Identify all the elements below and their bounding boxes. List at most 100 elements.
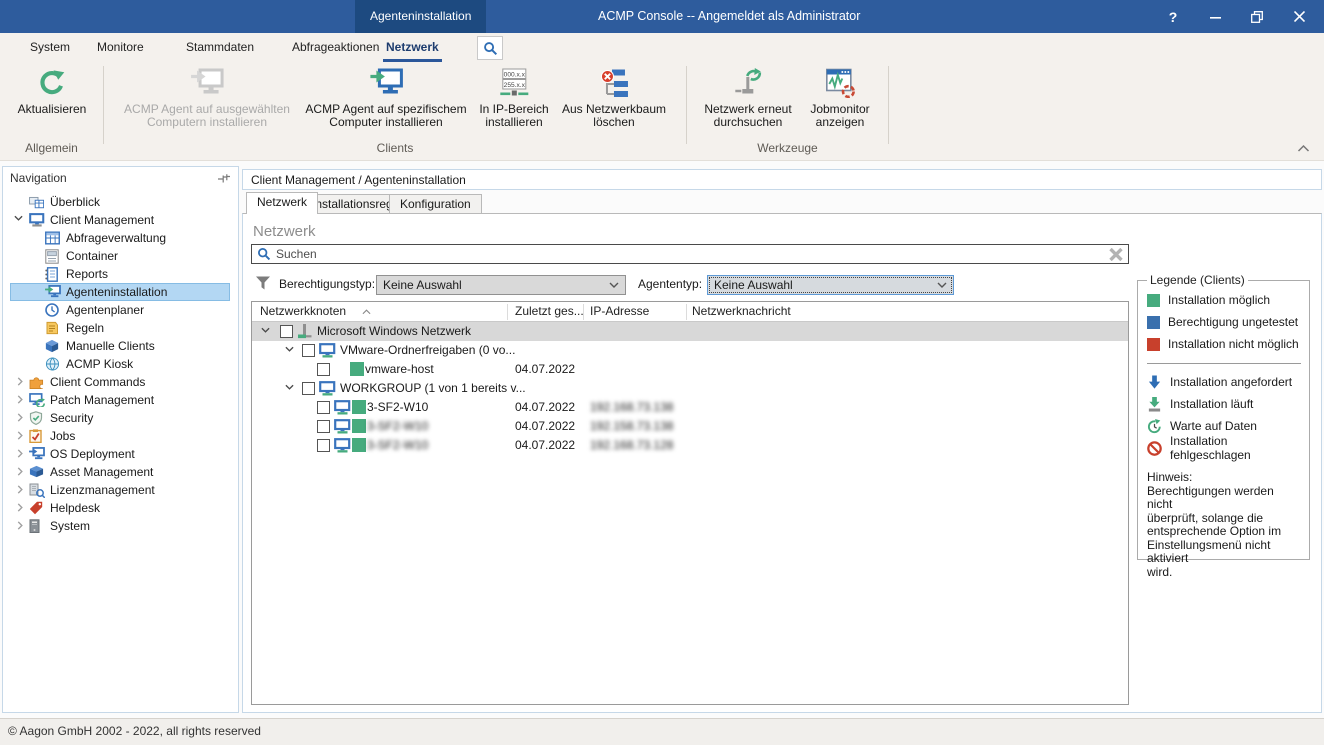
sidebar-item-label: Container: [66, 247, 118, 265]
menu-search-button[interactable]: [477, 36, 503, 60]
table-row[interactable]: 3-SF2-W1004.07.2022192.168.73.128: [252, 436, 1128, 455]
row-checkbox[interactable]: [317, 401, 330, 414]
minimize-button[interactable]: [1194, 0, 1236, 33]
sidebar-item-label: OS Deployment: [50, 445, 135, 463]
ribbon-button-netzwerk-erneut[interactable]: Netzwerk erneut durchsuchen: [704, 67, 791, 129]
ribbon-button-in-ip-bereich[interactable]: 000.x.x255.x.xIn IP-Bereich installieren: [479, 67, 548, 129]
ribbon-separator: [686, 66, 687, 144]
table-row[interactable]: Microsoft Windows Netzwerk: [252, 322, 1128, 341]
help-button[interactable]: ?: [1152, 0, 1194, 33]
chevron-right-icon: [16, 394, 25, 405]
ribbon-button-aus-netzwerkbaum[interactable]: Aus Netzwerkbaum löschen: [562, 67, 666, 129]
sidebar-item-label: Überblick: [50, 193, 100, 211]
sidebar-item-security[interactable]: Security: [3, 409, 238, 427]
tab-konfiguration[interactable]: Konfiguration: [389, 194, 482, 214]
ribbon-button-label: Netzwerk erneut durchsuchen: [704, 103, 791, 129]
tab-netzwerk[interactable]: Netzwerk: [246, 192, 318, 214]
ribbon-button-acmp-agent-auf-spezifischem[interactable]: ACMP Agent auf spezifischem Computer ins…: [305, 67, 466, 129]
ribbon-button-jobmonitor[interactable]: Jobmonitor anzeigen: [810, 67, 869, 129]
table-row[interactable]: VMware-Ordnerfreigaben (0 vo...: [252, 341, 1128, 360]
column-separator: [583, 304, 584, 320]
sidebar-item-patch-management[interactable]: Patch Management: [3, 391, 238, 409]
sidebar-item-jobs[interactable]: Jobs: [3, 427, 238, 445]
restore-button[interactable]: [1236, 0, 1278, 33]
legend-item-installation-fehlgeschlagen: Installation fehlgeschlagen: [1147, 437, 1301, 459]
sidebar-item-container[interactable]: Container: [3, 247, 238, 265]
row-checkbox[interactable]: [317, 439, 330, 452]
chevron-right-icon: [16, 448, 25, 459]
os-deployment-icon: [29, 447, 45, 461]
legend-items: Installation möglichBerechtigung ungetes…: [1147, 289, 1301, 459]
clear-search-icon[interactable]: [1109, 248, 1123, 261]
sidebar-item-asset-management[interactable]: Asset Management: [3, 463, 238, 481]
table-row[interactable]: 3-SF2-W1004.07.2022192.168.73.138: [252, 398, 1128, 417]
sidebar-item-überblick[interactable]: Überblick: [3, 193, 238, 211]
sidebar-item-lizenzmanagement[interactable]: Lizenzmanagement: [3, 481, 238, 499]
sidebar-item-regeln[interactable]: Regeln: [3, 319, 238, 337]
breadcrumb: Client Management / Agenteninstallation: [242, 169, 1322, 190]
chevron-right-icon: [16, 520, 25, 531]
rules-icon: [45, 321, 59, 335]
computer-icon: [334, 438, 351, 453]
berechtigungstyp-select[interactable]: Keine Auswahl: [376, 275, 626, 295]
sidebar-item-agenteninstallation[interactable]: Agenteninstallation: [3, 283, 238, 301]
menu-item-netzwerk[interactable]: Netzwerk: [386, 33, 439, 62]
row-checkbox[interactable]: [302, 344, 315, 357]
sidebar-item-client-management[interactable]: Client Management: [3, 211, 238, 229]
menu-item-stammdaten[interactable]: Stammdaten: [186, 33, 254, 62]
ribbon-collapse-button[interactable]: [1297, 144, 1310, 153]
column-header-netzwerknachricht[interactable]: Netzwerknachricht: [692, 302, 791, 321]
legend-item-installation-möglich: Installation möglich: [1147, 289, 1301, 311]
sidebar-item-label: Asset Management: [50, 463, 153, 481]
menubar: System Monitore Stammdaten AbfrageaktionenN…: [0, 33, 1324, 62]
sidebar-item-os-deployment[interactable]: OS Deployment: [3, 445, 238, 463]
sidebar-item-acmp-kiosk[interactable]: ACMP Kiosk: [3, 355, 238, 373]
legend-item-installation-läuft: Installation läuft: [1147, 393, 1301, 415]
pin-icon[interactable]: [217, 172, 231, 185]
sidebar-item-helpdesk[interactable]: Helpdesk: [3, 499, 238, 517]
search-input[interactable]: [276, 247, 1104, 261]
menu-item-monitore[interactable]: Monitore: [97, 33, 144, 62]
agententyp-select[interactable]: Keine Auswahl: [707, 275, 954, 295]
close-button[interactable]: [1278, 0, 1320, 33]
row-checkbox[interactable]: [280, 325, 293, 338]
sidebar-item-label: Regeln: [66, 319, 104, 337]
column-header-zuletzt-ges[interactable]: Zuletzt ges...: [515, 302, 584, 321]
query-management-icon: [45, 231, 60, 245]
table-row[interactable]: vmware-host04.07.2022: [252, 360, 1128, 379]
green-square: [1147, 294, 1160, 307]
blue-square: [1147, 316, 1160, 329]
ip-address-cell: 192.168.73.138: [590, 398, 673, 417]
sidebar-item-reports[interactable]: Reports: [3, 265, 238, 283]
ribbon-separator: [103, 66, 104, 144]
sidebar-item-manuelle-clients[interactable]: Manuelle Clients: [3, 337, 238, 355]
close-icon: [1294, 11, 1305, 22]
sidebar-item-label: Agenteninstallation: [66, 283, 167, 301]
patch-management-icon: [29, 393, 45, 407]
ribbon-button-label: ACMP Agent auf ausgewählten Computern in…: [124, 103, 290, 129]
column-header-ip-adresse[interactable]: IP-Adresse: [590, 302, 649, 321]
menu-item-system[interactable]: System: [30, 33, 70, 62]
titlebar-document-tab[interactable]: Agenteninstallation: [355, 0, 486, 33]
column-header-netzwerkknoten[interactable]: Netzwerkknoten: [260, 302, 346, 321]
sidebar-item-label: Client Commands: [50, 373, 145, 391]
search-icon: [483, 41, 498, 56]
ip-address-cell: 192.158.73.138: [590, 417, 673, 436]
sidebar-item-agentenplaner[interactable]: Agentenplaner: [3, 301, 238, 319]
panel-heading: Netzwerk: [253, 223, 316, 240]
table-row[interactable]: 3-SF2-W1004.07.2022192.158.73.138: [252, 417, 1128, 436]
workspace: Navigation ÜberblickClient ManagementAbf…: [0, 161, 1324, 718]
row-checkbox[interactable]: [317, 363, 330, 376]
legend-item-label: Installation angefordert: [1170, 375, 1292, 389]
sidebar-item-abfrageverwaltung[interactable]: Abfrageverwaltung: [3, 229, 238, 247]
row-checkbox[interactable]: [317, 420, 330, 433]
ribbon-button-aktualisieren[interactable]: Aktualisieren: [18, 67, 87, 116]
sidebar-item-client-commands[interactable]: Client Commands: [3, 373, 238, 391]
copyright-text: © Aagon GmbH 2002 - 2022, all rights res…: [8, 724, 261, 738]
node-name: WORKGROUP (1 von 1 bereits v...: [340, 379, 526, 398]
row-checkbox[interactable]: [302, 382, 315, 395]
menu-item-abfrageaktionen[interactable]: Abfrageaktionen: [292, 33, 379, 62]
table-row[interactable]: WORKGROUP (1 von 1 bereits v...: [252, 379, 1128, 398]
sidebar-item-system[interactable]: System: [3, 517, 238, 535]
filter-icon: [255, 275, 271, 291]
